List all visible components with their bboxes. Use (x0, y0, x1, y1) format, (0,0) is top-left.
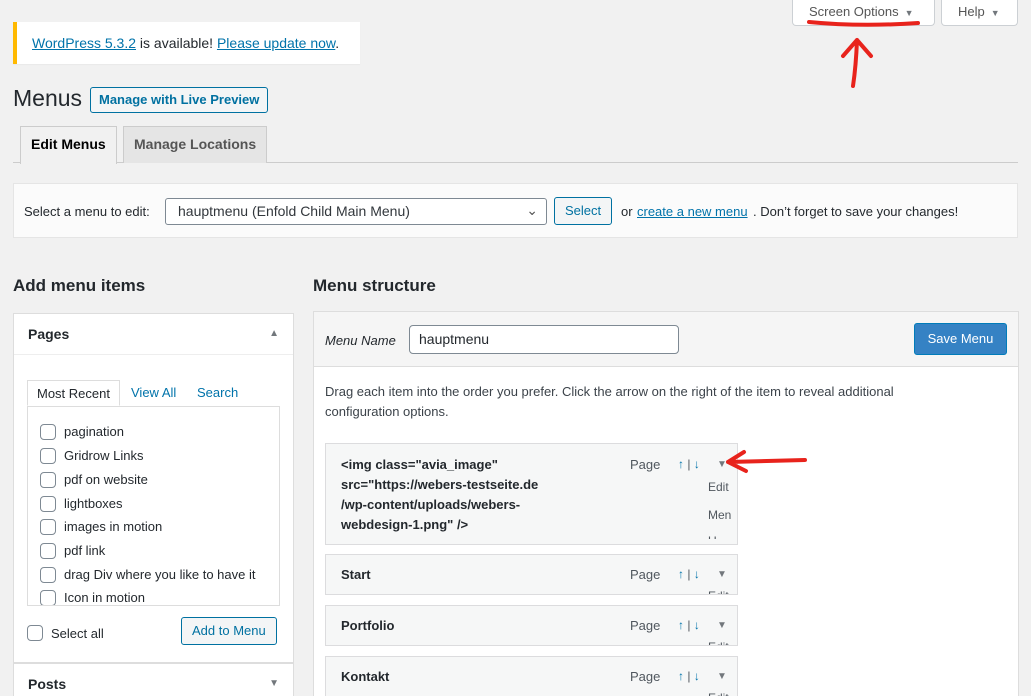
annotation-underline (807, 20, 920, 27)
annotation-overlay (726, 20, 920, 473)
annotation-up-arrow (841, 38, 873, 88)
annotation-left-arrow (726, 450, 807, 473)
